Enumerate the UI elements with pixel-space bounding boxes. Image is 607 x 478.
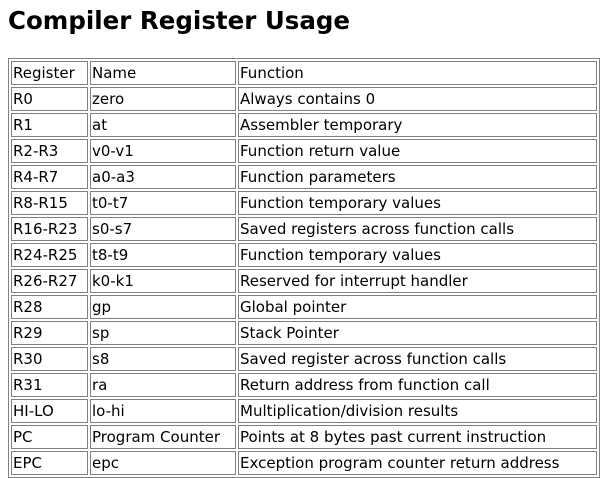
name-cell: ra xyxy=(90,373,236,397)
register-usage-table: Register Name Function R0 zero Always co… xyxy=(8,58,600,478)
table-row: R26-R27 k0-k1 Reserved for interrupt han… xyxy=(11,269,597,293)
register-cell: R24-R25 xyxy=(11,243,88,267)
table-row: PC Program Counter Points at 8 bytes pas… xyxy=(11,425,597,449)
name-cell: lo-hi xyxy=(90,399,236,423)
register-cell: R4-R7 xyxy=(11,165,88,189)
table-row: R1 at Assembler temporary xyxy=(11,113,597,137)
table-row: R30 s8 Saved register across function ca… xyxy=(11,347,597,371)
function-cell: Assembler temporary xyxy=(238,113,597,137)
register-cell: HI-LO xyxy=(11,399,88,423)
function-cell: Saved registers across function calls xyxy=(238,217,597,241)
table-row: R16-R23 s0-s7 Saved registers across fun… xyxy=(11,217,597,241)
function-cell: Exception program counter return address xyxy=(238,451,597,475)
function-cell: Function return value xyxy=(238,139,597,163)
register-cell: R28 xyxy=(11,295,88,319)
function-cell: Reserved for interrupt handler xyxy=(238,269,597,293)
register-cell: R1 xyxy=(11,113,88,137)
name-cell: sp xyxy=(90,321,236,345)
function-cell: Points at 8 bytes past current instructi… xyxy=(238,425,597,449)
function-cell: Always contains 0 xyxy=(238,87,597,111)
name-cell: a0-a3 xyxy=(90,165,236,189)
name-cell: zero xyxy=(90,87,236,111)
name-cell: Program Counter xyxy=(90,425,236,449)
function-cell: Function temporary values xyxy=(238,243,597,267)
table-row: HI-LO lo-hi Multiplication/division resu… xyxy=(11,399,597,423)
function-cell: Global pointer xyxy=(238,295,597,319)
table-row: R24-R25 t8-t9 Function temporary values xyxy=(11,243,597,267)
register-cell: R16-R23 xyxy=(11,217,88,241)
column-header-name: Name xyxy=(90,61,236,85)
register-cell: EPC xyxy=(11,451,88,475)
function-cell: Function temporary values xyxy=(238,191,597,215)
name-cell: at xyxy=(90,113,236,137)
name-cell: s0-s7 xyxy=(90,217,236,241)
register-cell: R31 xyxy=(11,373,88,397)
table-row: R2-R3 v0-v1 Function return value xyxy=(11,139,597,163)
table-header-row: Register Name Function xyxy=(11,61,597,85)
function-cell: Multiplication/division results xyxy=(238,399,597,423)
table-row: R31 ra Return address from function call xyxy=(11,373,597,397)
register-cell: R29 xyxy=(11,321,88,345)
table-row: R0 zero Always contains 0 xyxy=(11,87,597,111)
function-cell: Return address from function call xyxy=(238,373,597,397)
table-row: R4-R7 a0-a3 Function parameters xyxy=(11,165,597,189)
register-cell: PC xyxy=(11,425,88,449)
name-cell: t8-t9 xyxy=(90,243,236,267)
register-cell: R2-R3 xyxy=(11,139,88,163)
register-cell: R30 xyxy=(11,347,88,371)
register-cell: R8-R15 xyxy=(11,191,88,215)
name-cell: k0-k1 xyxy=(90,269,236,293)
column-header-register: Register xyxy=(11,61,88,85)
page-title: Compiler Register Usage xyxy=(8,6,351,35)
column-header-function: Function xyxy=(238,61,597,85)
table-row: R29 sp Stack Pointer xyxy=(11,321,597,345)
register-cell: R26-R27 xyxy=(11,269,88,293)
table-row: R8-R15 t0-t7 Function temporary values xyxy=(11,191,597,215)
table-row: EPC epc Exception program counter return… xyxy=(11,451,597,475)
name-cell: t0-t7 xyxy=(90,191,236,215)
table-row: R28 gp Global pointer xyxy=(11,295,597,319)
function-cell: Function parameters xyxy=(238,165,597,189)
function-cell: Saved register across function calls xyxy=(238,347,597,371)
name-cell: epc xyxy=(90,451,236,475)
name-cell: gp xyxy=(90,295,236,319)
register-cell: R0 xyxy=(11,87,88,111)
name-cell: s8 xyxy=(90,347,236,371)
function-cell: Stack Pointer xyxy=(238,321,597,345)
name-cell: v0-v1 xyxy=(90,139,236,163)
